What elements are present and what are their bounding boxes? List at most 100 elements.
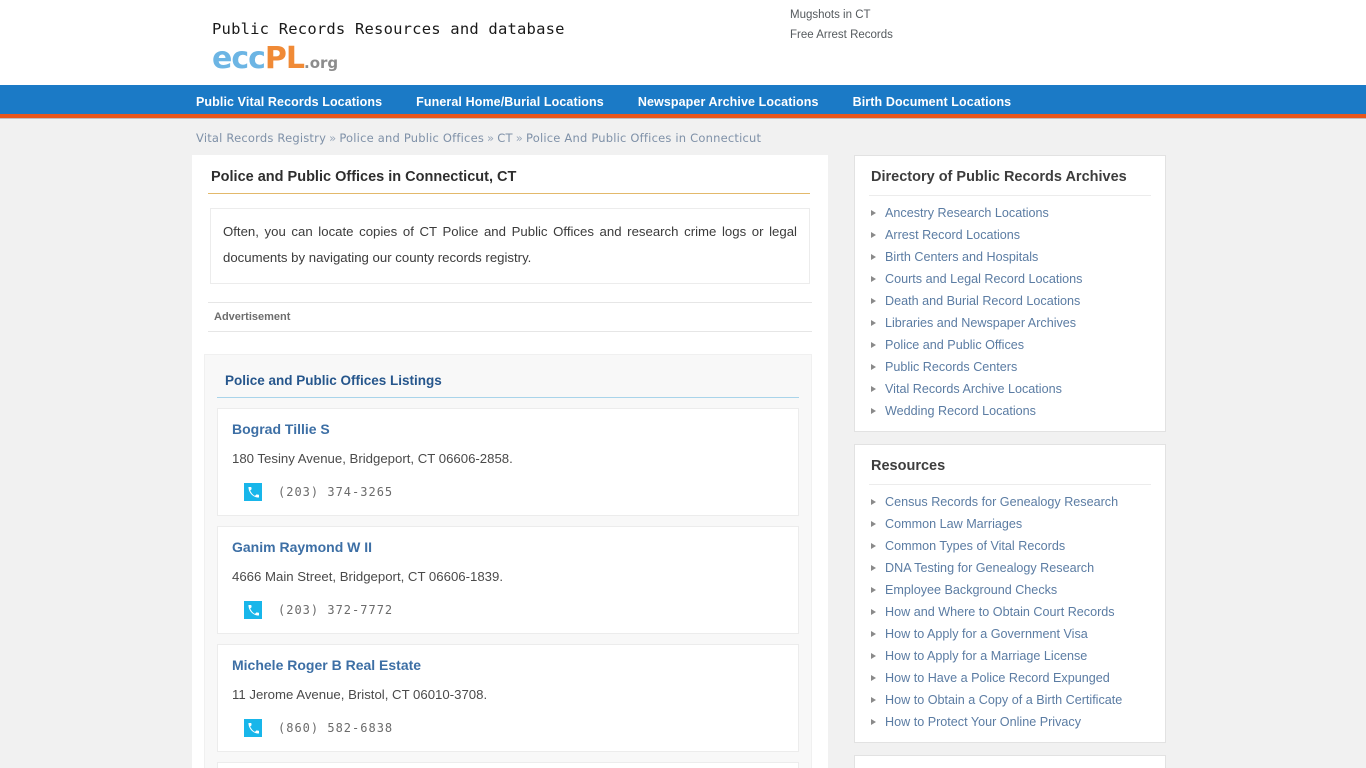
advertisement-label: Advertisement [214,311,291,323]
sidebar-link-list: Ancestry Research Locations Arrest Record… [869,202,1151,422]
triangle-right-icon [871,499,876,505]
header-link-list: Mugshots in CT Free Arrest Records [790,5,893,45]
breadcrumb-separator: » [515,131,524,145]
header-link-mugshots[interactable]: Mugshots in CT [790,5,893,25]
breadcrumb-item-current[interactable]: Police And Public Offices in Connecticut [526,131,761,145]
phone-icon [244,483,262,501]
sidebar-list-item[interactable]: Common Law Marriages [869,513,1151,535]
listings-title: Police and Public Offices Listings [217,373,799,398]
sidebar-link[interactable]: Common Types of Vital Records [885,537,1065,556]
sidebar-link[interactable]: Public Records Centers [885,358,1017,377]
sidebar-list-item[interactable]: How to Apply for a Marriage License [869,645,1151,667]
sidebar-link[interactable]: Courts and Legal Record Locations [885,270,1082,289]
sidebar-link[interactable]: Libraries and Newspaper Archives [885,314,1076,333]
site-header: Public Records Resources and database ec… [0,0,1366,85]
listing-name-link[interactable]: Michele Roger B Real Estate [232,657,784,673]
listing-phone-number[interactable]: (203) 374-3265 [278,485,393,499]
triangle-right-icon [871,320,876,326]
phone-icon [244,601,262,619]
listing-card: Bograd Tillie S 180 Tesiny Avenue, Bridge… [217,408,799,516]
sidebar-list-item[interactable]: How to Protect Your Online Privacy [869,711,1151,733]
page-title: Police and Public Offices in Connecticut… [208,155,810,194]
sidebar-link-list: Census Records for Genealogy Research Com… [869,491,1151,733]
breadcrumb: Vital Records Registry» Police and Public… [0,119,1366,155]
sidebar-box: Directory of Public Records Archives Ance… [854,155,1166,432]
site-tagline: Public Records Resources and database [212,20,565,38]
nav-item-public-vital-records[interactable]: Public Vital Records Locations [196,95,382,109]
intro-text: Often, you can locate copies of CT Polic… [223,224,797,265]
sidebar-list-item[interactable]: Wedding Record Locations [869,400,1151,422]
breadcrumb-separator: » [329,131,337,145]
sidebar-box-title: Directory of Public Records Archives [869,169,1151,196]
listings-container: Bograd Tillie S 180 Tesiny Avenue, Bridge… [217,408,799,768]
nav-item-funeral-home-burial[interactable]: Funeral Home/Burial Locations [416,95,604,109]
sidebar-list-item[interactable]: Arrest Record Locations [869,224,1151,246]
sidebar-link[interactable]: Death and Burial Record Locations [885,292,1080,311]
sidebar-list-item[interactable]: DNA Testing for Genealogy Research [869,557,1151,579]
sidebar-link[interactable]: Employee Background Checks [885,581,1057,600]
sidebar-link[interactable]: How to Apply for a Government Visa [885,625,1088,644]
sidebar-list-item[interactable]: How to Have a Police Record Expunged [869,667,1151,689]
sidebar-link[interactable]: Ancestry Research Locations [885,204,1049,223]
sidebar-list-item[interactable]: How to Apply for a Government Visa [869,623,1151,645]
listing-phone-row: (860) 582-6838 [232,719,784,737]
sidebar-box: Resources Census Records for Genealogy Re… [854,444,1166,743]
header-link-arrest-records[interactable]: Free Arrest Records [790,25,893,45]
listing-card: Ganim Raymond W II 4666 Main Street, Brid… [217,526,799,634]
sidebar-list-item[interactable]: How and Where to Obtain Court Records [869,601,1151,623]
sidebar-list-item[interactable]: Census Records for Genealogy Research [869,491,1151,513]
sidebar-link[interactable]: How to Have a Police Record Expunged [885,669,1110,688]
triangle-right-icon [871,587,876,593]
nav-item-birth-document[interactable]: Birth Document Locations [853,95,1012,109]
sidebar-link[interactable]: How and Where to Obtain Court Records [885,603,1115,622]
sidebar-list-item[interactable]: Ancestry Research Locations [869,202,1151,224]
sidebar-list-item[interactable]: How to Obtain a Copy of a Birth Certific… [869,689,1151,711]
triangle-right-icon [871,521,876,527]
triangle-right-icon [871,609,876,615]
sidebar-link[interactable]: How to Protect Your Online Privacy [885,713,1081,732]
triangle-right-icon [871,565,876,571]
triangle-right-icon [871,232,876,238]
sidebar-list-item[interactable]: Common Types of Vital Records [869,535,1151,557]
listing-phone-number[interactable]: (203) 372-7772 [278,603,393,617]
sidebar-link[interactable]: Vital Records Archive Locations [885,380,1062,399]
sidebar-link[interactable]: Wedding Record Locations [885,402,1036,421]
site-logo[interactable]: eccPL.org [212,44,565,74]
sidebar-list-item[interactable]: Employee Background Checks [869,579,1151,601]
sidebar-link[interactable]: Police and Public Offices [885,336,1024,355]
sidebar-list-item[interactable]: Death and Burial Record Locations [869,290,1151,312]
sidebar-list-item[interactable]: Birth Centers and Hospitals [869,246,1151,268]
sidebar-list-item[interactable]: Courts and Legal Record Locations [869,268,1151,290]
main-content-column: Police and Public Offices in Connecticut… [192,155,828,768]
listing-phone-number[interactable]: (860) 582-6838 [278,721,393,735]
listing-name-link[interactable]: Ganim Raymond W II [232,539,784,555]
breadcrumb-item-police-public-offices[interactable]: Police and Public Offices [339,131,484,145]
brand-block[interactable]: Public Records Resources and database ec… [212,20,565,74]
nav-item-newspaper-archive[interactable]: Newspaper Archive Locations [638,95,819,109]
triangle-right-icon [871,675,876,681]
triangle-right-icon [871,254,876,260]
sidebar-list-item[interactable]: Libraries and Newspaper Archives [869,312,1151,334]
triangle-right-icon [871,408,876,414]
intro-box: Often, you can locate copies of CT Polic… [210,208,810,284]
sidebar-link[interactable]: Common Law Marriages [885,515,1022,534]
sidebar-list-item[interactable]: Public Records Centers [869,356,1151,378]
triangle-right-icon [871,719,876,725]
sidebar-link[interactable]: Birth Centers and Hospitals [885,248,1038,267]
logo-part-ecc: ecc [212,41,266,76]
sidebar: Directory of Public Records Archives Ance… [854,155,1166,768]
triangle-right-icon [871,364,876,370]
listing-name-link[interactable]: Bograd Tillie S [232,421,784,437]
sidebar-link[interactable]: Arrest Record Locations [885,226,1020,245]
breadcrumb-item-ct[interactable]: CT [497,131,512,145]
sidebar-link[interactable]: Census Records for Genealogy Research [885,493,1118,512]
sidebar-link[interactable]: How to Apply for a Marriage License [885,647,1087,666]
sidebar-list-item[interactable]: Police and Public Offices [869,334,1151,356]
sidebar-link[interactable]: How to Obtain a Copy of a Birth Certific… [885,691,1122,710]
breadcrumb-item-registry[interactable]: Vital Records Registry [196,131,326,145]
sidebar-link[interactable]: DNA Testing for Genealogy Research [885,559,1094,578]
sidebar-list-item[interactable]: Vital Records Archive Locations [869,378,1151,400]
listing-card: Michele Roger B Real Estate 11 Jerome Ave… [217,644,799,752]
triangle-right-icon [871,298,876,304]
advertisement-strip: Advertisement [208,302,812,332]
